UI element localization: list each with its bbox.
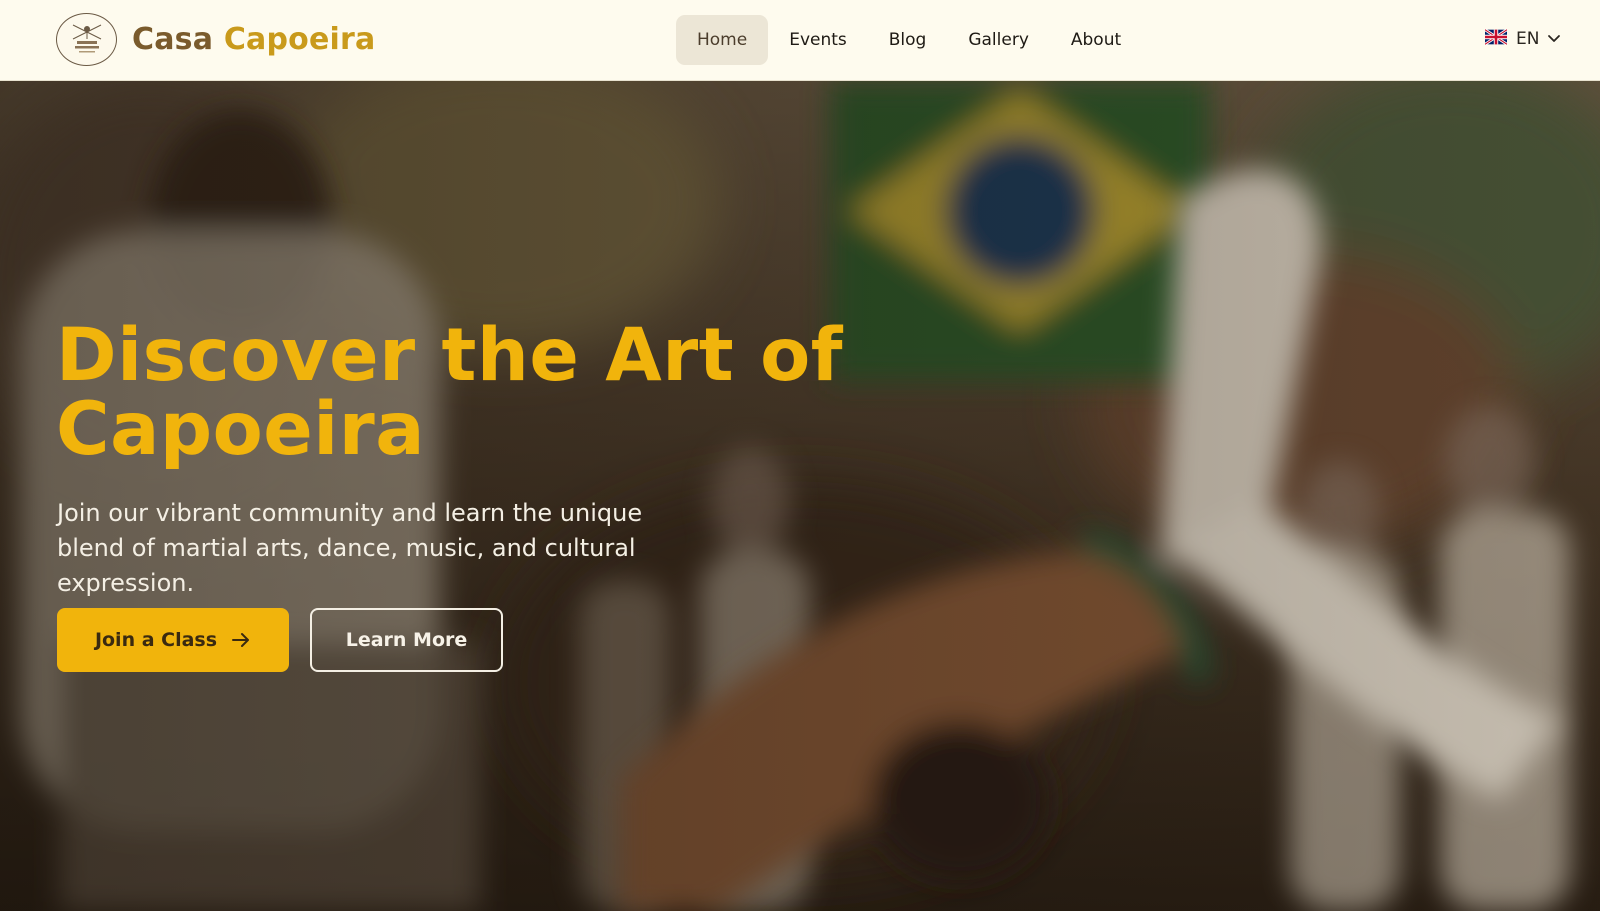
nav-events[interactable]: Events — [768, 15, 868, 65]
join-class-button[interactable]: Join a Class — [57, 608, 289, 672]
learn-more-label: Learn More — [345, 629, 468, 651]
nav-gallery[interactable]: Gallery — [947, 15, 1050, 65]
chevron-down-icon — [1547, 30, 1561, 49]
capoeira-logo-icon — [56, 13, 117, 66]
site-header: Casa Capoeira Home Events Blog Gallery A… — [0, 0, 1600, 81]
brand-name: Casa Capoeira — [132, 22, 375, 57]
language-selector[interactable]: EN — [1484, 28, 1561, 50]
nav-about[interactable]: About — [1050, 15, 1142, 65]
arrow-right-icon — [231, 631, 251, 649]
main-nav: Home Events Blog Gallery About — [676, 15, 1142, 65]
nav-blog[interactable]: Blog — [868, 15, 948, 65]
brand-name-part1: Casa — [132, 22, 224, 57]
brand-name-part2: Capoeira — [223, 22, 376, 57]
hero-subtitle: Join our vibrant community and learn the… — [57, 499, 643, 597]
nav-home[interactable]: Home — [676, 15, 769, 65]
language-code: EN — [1516, 29, 1540, 49]
hero-section: Discover the Art of Capoeira Join our vi… — [0, 81, 1600, 911]
join-class-label: Join a Class — [94, 629, 218, 651]
uk-flag-icon — [1484, 28, 1508, 50]
hero-title: Discover the Art of Capoeira — [56, 313, 844, 472]
learn-more-button[interactable]: Learn More — [310, 608, 503, 672]
brand-logo-link[interactable]: Casa Capoeira — [56, 13, 375, 66]
